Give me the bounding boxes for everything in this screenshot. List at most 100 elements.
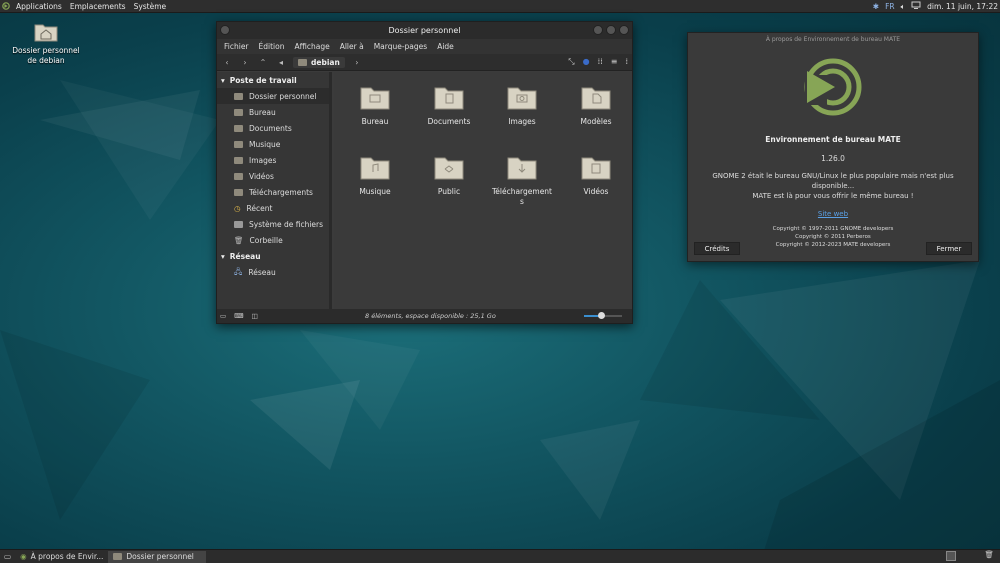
minimize-button[interactable]	[593, 25, 603, 35]
sidebar-item-documents[interactable]: Documents	[217, 120, 329, 136]
sidebar-item-desktop[interactable]: Bureau	[217, 104, 329, 120]
clock[interactable]: dim. 11 juin, 17:22	[927, 2, 998, 11]
sidebar-section-computer[interactable]: ▾ Poste de travail	[217, 72, 329, 88]
file-label: Bureau	[361, 117, 389, 126]
forward-icon[interactable]: ›	[239, 58, 251, 67]
desktop-home-icon[interactable]: Dossier personnel de debian	[8, 22, 84, 66]
sidebar-item-label: Système de fichiers	[249, 219, 324, 229]
collapse-arrow-icon: ▾	[221, 251, 225, 261]
sidebar-item-trash[interactable]: 🗑︎ Corbeille	[217, 232, 329, 248]
website-link[interactable]: Site web	[688, 210, 978, 218]
zoom-slider[interactable]	[584, 312, 622, 319]
folder-videos[interactable]: Vidéos	[565, 154, 627, 197]
menubar: Fichier Édition Affichage Aller à Marque…	[217, 39, 632, 54]
maximize-button[interactable]	[606, 25, 616, 35]
sidebar-item-label: Musique	[249, 139, 281, 149]
documents-folder-icon	[434, 87, 464, 110]
trash-applet-icon[interactable]: 🗑︎	[984, 550, 994, 559]
status-text: 8 éléments, espace disponible : 25,1 Go	[365, 312, 496, 320]
menu-file[interactable]: Fichier	[219, 42, 254, 51]
path-left-arrow-icon[interactable]: ◂	[275, 58, 287, 67]
breadcrumb[interactable]: debian	[293, 56, 345, 68]
sidebar: ▾ Poste de travail Dossier personnel Bur…	[217, 72, 332, 312]
dialog-title[interactable]: À propos de Environnement de bureau MATE	[688, 33, 978, 45]
sidebar-section-network[interactable]: ▾ Réseau	[217, 248, 329, 264]
file-label: Public	[437, 187, 461, 196]
file-view: Bureau Documents Images Modèles Musique …	[334, 72, 632, 312]
workspace-switcher[interactable]	[946, 551, 956, 561]
sidebar-item-pictures[interactable]: Images	[217, 152, 329, 168]
icon-view-icon[interactable]: ⁞⁞	[598, 57, 603, 67]
places-toggle-icon[interactable]: ▭	[220, 312, 226, 320]
bottom-panel: ▭ ◉ À propos de Envir... Dossier personn…	[0, 549, 1000, 563]
list-view-icon[interactable]: ≡	[611, 57, 618, 67]
menu-applications[interactable]: Applications	[12, 2, 66, 11]
folder-icon	[234, 140, 243, 148]
compact-view-icon[interactable]: ⁞	[625, 57, 628, 67]
menu-view[interactable]: Affichage	[289, 42, 334, 51]
window-titlebar[interactable]: Dossier personnel	[217, 22, 632, 39]
folder-icon	[234, 172, 243, 180]
file-label: Téléchargements	[491, 187, 553, 206]
close-button[interactable]	[619, 25, 629, 35]
sidebar-item-home[interactable]: Dossier personnel	[217, 88, 329, 104]
app-comment: GNOME 2 était le bureau GNU/Linux le plu…	[688, 171, 978, 201]
folder-public[interactable]: Public	[418, 154, 480, 197]
downloads-folder-icon	[507, 157, 537, 180]
templates-folder-icon	[581, 87, 611, 110]
sidebar-item-label: Corbeille	[249, 235, 283, 245]
window-menu-button[interactable]	[220, 25, 230, 35]
taskbar-item-about[interactable]: ◉ À propos de Envir...	[15, 551, 108, 563]
bluetooth-icon[interactable]: ✱	[873, 2, 879, 11]
folder-telechargements[interactable]: Téléchargements	[491, 154, 553, 207]
music-folder-icon	[360, 157, 390, 180]
location-toggle-icon[interactable]: ⤡	[568, 57, 574, 67]
folder-documents[interactable]: Documents	[418, 84, 480, 127]
menu-edit[interactable]: Édition	[254, 42, 290, 51]
sidebar-item-downloads[interactable]: Téléchargements	[217, 184, 329, 200]
close-dialog-button[interactable]: Fermer	[926, 242, 972, 255]
menu-bookmarks[interactable]: Marque-pages	[369, 42, 433, 51]
folder-bureau[interactable]: Bureau	[344, 84, 406, 127]
sidebar-item-label: Réseau	[248, 267, 276, 277]
mate-logo-icon	[804, 58, 862, 116]
credits-button[interactable]: Crédits	[694, 242, 740, 255]
menu-system[interactable]: Système	[130, 2, 171, 11]
folder-musique[interactable]: Musique	[344, 154, 406, 197]
search-icon[interactable]: ●	[583, 57, 590, 67]
mate-menu-icon[interactable]	[0, 0, 12, 13]
menu-go[interactable]: Aller à	[335, 42, 369, 51]
sidebar-item-filesystem[interactable]: Système de fichiers	[217, 216, 329, 232]
extra-pane-icon[interactable]: ◫	[252, 312, 258, 320]
clock-icon: ◷	[234, 203, 241, 213]
back-icon[interactable]: ‹	[221, 58, 233, 67]
folder-images[interactable]: Images	[491, 84, 553, 127]
sidebar-item-label: Récent	[246, 203, 273, 213]
path-right-arrow-icon[interactable]: ›	[351, 58, 363, 67]
taskbar-item-file-manager[interactable]: Dossier personnel	[108, 550, 207, 563]
copyright-line: Copyright © 2011 Perberos	[795, 234, 871, 240]
terminal-icon[interactable]: ⌨︎	[234, 312, 243, 320]
toolbar: ‹ › ⌃ ◂ debian › ⤡ ● ⁞⁞ ≡ ⁞	[217, 54, 632, 71]
sidebar-item-label: Dossier personnel	[249, 91, 317, 101]
folder-icon	[234, 188, 243, 196]
sidebar-item-label: Documents	[249, 123, 292, 133]
menu-help[interactable]: Aide	[432, 42, 459, 51]
folder-modeles[interactable]: Modèles	[565, 84, 627, 127]
up-icon[interactable]: ⌃	[257, 58, 269, 67]
network-icon[interactable]	[911, 1, 921, 12]
breadcrumb-label: debian	[311, 57, 340, 67]
system-tray: ✱ FR 🔈︎ dim. 11 juin, 17:22	[873, 0, 1000, 13]
mate-small-icon: ◉	[20, 552, 27, 561]
app-version: 1.26.0	[821, 154, 845, 163]
zoom-slider-knob[interactable]	[598, 312, 606, 319]
sidebar-item-network[interactable]: 🖧︎ Réseau	[217, 264, 329, 280]
sidebar-item-videos[interactable]: Vidéos	[217, 168, 329, 184]
volume-icon[interactable]: 🔈︎	[901, 2, 906, 12]
sidebar-item-recent[interactable]: ◷ Récent	[217, 200, 329, 216]
keyboard-layout-indicator[interactable]: FR	[885, 2, 895, 11]
sidebar-item-music[interactable]: Musique	[217, 136, 329, 152]
show-desktop-icon[interactable]: ▭	[0, 552, 15, 561]
menu-places[interactable]: Emplacements	[66, 2, 130, 11]
home-folder-icon	[234, 92, 243, 100]
